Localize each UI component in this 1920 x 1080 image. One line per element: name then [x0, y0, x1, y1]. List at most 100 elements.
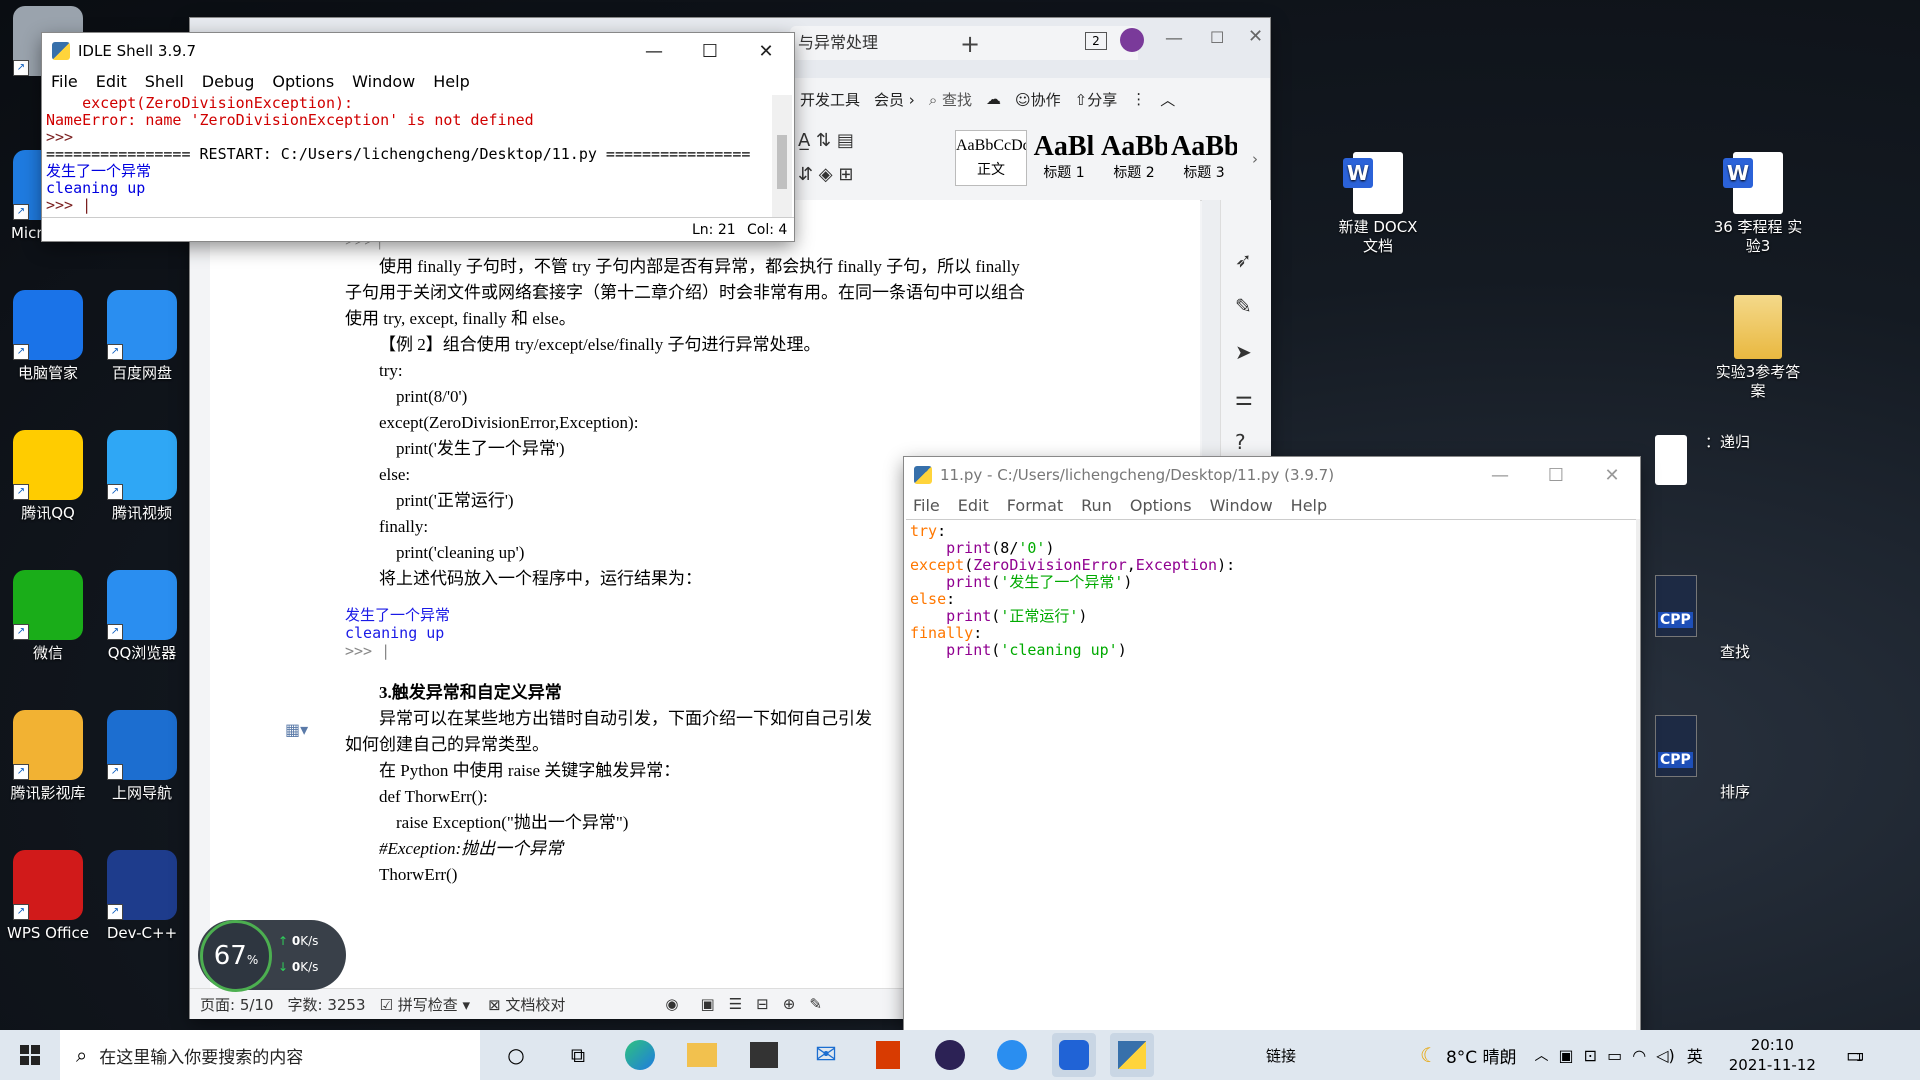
editor-title-bar[interactable]: 11.py - C:/Users/lichengcheng/Desktop/11…: [904, 457, 1640, 493]
menu-window[interactable]: Window: [1201, 496, 1282, 515]
store-icon[interactable]: [742, 1033, 786, 1077]
page-view-icon[interactable]: ▣: [701, 995, 715, 1013]
paragraph-format-icons[interactable]: ⇵ ◈ ⊞: [798, 164, 853, 185]
tray-app-icon[interactable]: ▣: [1559, 1046, 1574, 1065]
notification-center-icon[interactable]: ▭ 1: [1846, 1043, 1865, 1067]
menu-run[interactable]: Run: [1072, 496, 1121, 515]
page-indicator[interactable]: 页面: 5/10: [200, 994, 274, 1015]
wifi-icon[interactable]: ◠: [1632, 1046, 1646, 1065]
select-cursor-icon[interactable]: ➤: [1235, 340, 1252, 364]
mail-icon[interactable]: ✉: [804, 1033, 848, 1077]
minimize-button[interactable]: —: [626, 33, 682, 69]
clock[interactable]: 20:10 2021-11-12: [1729, 1035, 1816, 1075]
network-monitor-widget[interactable]: 67% ↑ 0K/s ↓ 0K/s: [198, 920, 346, 992]
maximize-button[interactable]: ☐: [1528, 457, 1584, 493]
window-count-badge[interactable]: 2: [1085, 32, 1107, 50]
style-option[interactable]: AaBbCcDd 正文: [955, 130, 1027, 186]
baidu-netdisk-icon[interactable]: ↗ 百度网盘: [94, 290, 190, 383]
edit-view-icon[interactable]: ✎: [809, 995, 822, 1013]
maximize-icon[interactable]: ☐: [1210, 28, 1224, 47]
new-tab-plus-icon[interactable]: +: [960, 30, 980, 58]
new-docx-file-icon[interactable]: W 新建 DOCX 文档: [1330, 152, 1426, 256]
taskbar-search-box[interactable]: ⌕ 在这里输入你要搜索的内容: [60, 1030, 480, 1080]
outline-view-icon[interactable]: ☰: [729, 995, 742, 1013]
help-icon[interactable]: ?: [1235, 430, 1246, 454]
menu-file[interactable]: File: [904, 496, 949, 515]
minimize-button[interactable]: —: [1472, 457, 1528, 493]
wechat-icon[interactable]: ↗ 微信: [0, 570, 96, 663]
collapse-ribbon-icon[interactable]: ︿: [1160, 89, 1175, 110]
eye-protection-icon[interactable]: ◉: [665, 995, 678, 1013]
more-icon[interactable]: ⋮: [1131, 90, 1146, 108]
menu-file[interactable]: File: [42, 72, 87, 91]
edge-taskbar-icon[interactable]: [618, 1033, 662, 1077]
sort-cpp-file-icon[interactable]: 排序: [1630, 783, 1750, 802]
qq-icon[interactable]: ↗ 腾讯QQ: [0, 430, 96, 523]
file-explorer-icon[interactable]: [680, 1033, 724, 1077]
cortana-icon[interactable]: ○: [494, 1033, 538, 1077]
rocket-icon[interactable]: ➶: [1235, 248, 1252, 272]
style-option[interactable]: AaBb(标题 3: [1171, 130, 1237, 184]
search-cpp-file-icon[interactable]: 查找: [1630, 643, 1750, 662]
web-view-icon[interactable]: ⊕: [783, 995, 796, 1013]
share-button[interactable]: ⇧分享: [1075, 89, 1118, 110]
menu-window[interactable]: Window: [343, 72, 424, 91]
menu-help[interactable]: Help: [424, 72, 478, 91]
minimize-icon[interactable]: —: [1165, 28, 1183, 49]
collab-button[interactable]: ☺协作: [1015, 89, 1061, 110]
chevron-up-icon[interactable]: ︿: [1535, 1045, 1549, 1065]
task-view-icon[interactable]: ⧉: [556, 1033, 600, 1077]
weather-text[interactable]: 8°C 晴朗: [1446, 1043, 1517, 1068]
close-icon[interactable]: ✕: [1248, 26, 1263, 47]
link-toolbar[interactable]: 链接: [1266, 1045, 1296, 1066]
wps-office-icon[interactable]: ↗ WPS Office: [0, 850, 96, 943]
input-method-indicator[interactable]: 英: [1687, 1043, 1703, 1067]
qq-browser-icon[interactable]: ↗ QQ浏览器: [94, 570, 190, 663]
scroll-thumb[interactable]: [777, 135, 787, 189]
editor-scrollbar[interactable]: [1636, 519, 1640, 1030]
style-option[interactable]: AaBb(标题 2: [1101, 130, 1167, 184]
settings-sliders-icon[interactable]: ⚌: [1235, 386, 1253, 410]
member-tab[interactable]: 会员 ›: [874, 89, 915, 110]
menu-options[interactable]: Options: [263, 72, 343, 91]
pen-icon[interactable]: ✎: [1235, 294, 1252, 318]
shell-title-bar[interactable]: IDLE Shell 3.9.7 — ☐ ✕: [42, 33, 794, 69]
office-icon[interactable]: [866, 1033, 910, 1077]
search-button[interactable]: ⌕ 查找: [929, 89, 972, 110]
page-side-icon[interactable]: ▦▾: [285, 720, 308, 739]
tencent-film-library-icon[interactable]: ↗ 腾讯影视库: [0, 710, 96, 803]
menu-options[interactable]: Options: [1121, 496, 1201, 515]
maximize-button[interactable]: ☐: [682, 33, 738, 69]
wps-taskbar-icon[interactable]: [1052, 1033, 1096, 1077]
shell-scrollbar[interactable]: [772, 95, 792, 217]
code-area[interactable]: try: print(8/'0') except(ZeroDivisionErro…: [910, 523, 1235, 659]
user-avatar[interactable]: [1120, 28, 1144, 52]
battery-icon[interactable]: ▭: [1607, 1046, 1622, 1065]
cloud-icon[interactable]: ☁: [986, 90, 1001, 108]
tencent-video-icon[interactable]: ↗ 腾讯视频: [94, 430, 190, 523]
text-format-icons[interactable]: A̲ ⇅ ▤: [798, 130, 854, 151]
web-navigation-icon[interactable]: ↗ 上网导航: [94, 710, 190, 803]
reference-answer-folder-icon[interactable]: 实验3参考答案: [1710, 295, 1806, 401]
word-count[interactable]: 字数: 3253: [288, 994, 366, 1015]
proofread-button[interactable]: ⊠ 文档校对: [488, 994, 565, 1015]
style-option[interactable]: AaBl 标题 1: [1031, 130, 1097, 184]
volume-icon[interactable]: ◁): [1656, 1046, 1675, 1065]
recursion-file-icon[interactable]: ：递归: [1630, 433, 1750, 452]
menu-edit[interactable]: Edit: [87, 72, 136, 91]
close-button[interactable]: ✕: [738, 33, 794, 69]
pc-manager-icon[interactable]: ↗ 电脑管家: [0, 290, 96, 383]
eclipse-icon[interactable]: [928, 1033, 972, 1077]
start-button[interactable]: [8, 1033, 52, 1077]
dev-tools-tab[interactable]: 开发工具: [800, 89, 860, 110]
menu-edit[interactable]: Edit: [949, 496, 998, 515]
read-view-icon[interactable]: ⊟: [756, 995, 769, 1013]
shell-output[interactable]: except(ZeroDivisionException): NameError:…: [44, 95, 772, 217]
dev-cpp-icon[interactable]: ↗ Dev-C++: [94, 850, 190, 943]
close-button[interactable]: ✕: [1584, 457, 1640, 493]
gallery-scroll-icon[interactable]: ›: [1252, 150, 1258, 168]
spell-check-button[interactable]: ☑ 拼写检查 ▾: [380, 994, 471, 1015]
menu-shell[interactable]: Shell: [136, 72, 193, 91]
menu-help[interactable]: Help: [1282, 496, 1336, 515]
tray-capture-icon[interactable]: ⊡: [1584, 1046, 1597, 1065]
